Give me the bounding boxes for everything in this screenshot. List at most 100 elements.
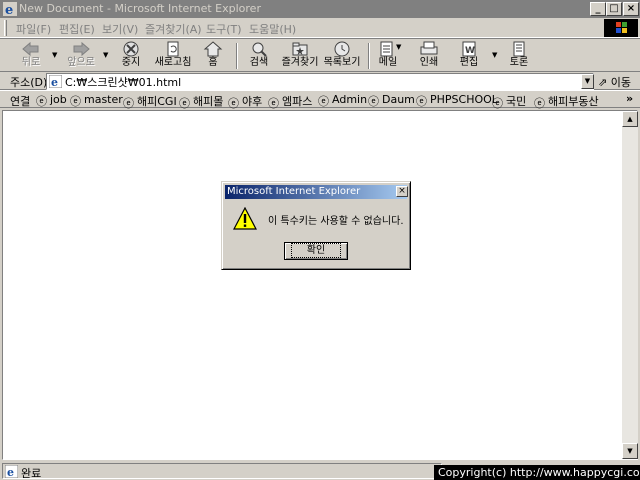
print-label: 인쇄: [419, 57, 439, 68]
address-bar: 주소(D) e ▼ ⇗ 이동: [0, 72, 640, 90]
dialog-message: 이 특수키는 사용할 수 없습니다.: [268, 216, 404, 227]
menu-view[interactable]: 보기(V): [102, 21, 138, 37]
mail-dropdown-arrow[interactable]: ▼: [396, 43, 401, 51]
discuss-label: 토론: [509, 57, 529, 68]
status-text: 완료: [21, 467, 42, 480]
ok-button[interactable]: 확인: [284, 242, 348, 260]
page-content[interactable]: [2, 110, 638, 460]
links-bar: 연결 ⓔ job ⓔ master ⓔ 해피CGI ⓔ 해피몰 ⓔ 야후 ⓔ 엠파스 ⓔ Ad…: [0, 90, 640, 110]
go-arrow-icon: ⇗: [598, 76, 608, 89]
home-label: 홈: [208, 57, 218, 68]
discuss-button[interactable]: 토론: [504, 41, 534, 71]
close-button[interactable]: ×: [623, 2, 639, 16]
copyright-watermark: Copyright(c) http://www.happycgi.com: [434, 465, 640, 480]
link-ie-icon: ⓔ: [368, 95, 379, 108]
link-happycgi[interactable]: ⓔ 해피CGI: [123, 93, 177, 110]
refresh-button[interactable]: 새로고침: [153, 41, 193, 71]
link-master[interactable]: ⓔ master: [70, 93, 123, 108]
links-more-chevron[interactable]: »: [626, 92, 633, 105]
svg-text:e: e: [5, 3, 13, 16]
link-ie-icon: ⓔ: [534, 97, 545, 110]
back-dropdown-arrow[interactable]: ▼: [52, 51, 57, 59]
address-field[interactable]: e ▼: [46, 73, 594, 90]
edit-button[interactable]: W 편집: [454, 41, 484, 71]
stop-button[interactable]: 중지: [116, 41, 146, 71]
link-ie-icon: ⓔ: [123, 97, 134, 110]
menu-help[interactable]: 도움말(H): [249, 21, 296, 37]
scroll-up-button[interactable]: ▲: [622, 111, 638, 127]
back-arrow-icon: [22, 41, 39, 57]
link-ie-icon: ⓔ: [228, 97, 239, 110]
links-label: 연결: [10, 95, 31, 108]
link-job[interactable]: ⓔ job: [36, 93, 67, 108]
minimize-button[interactable]: _: [590, 2, 606, 16]
scroll-down-button[interactable]: ▼: [622, 443, 638, 459]
link-kookmin[interactable]: ⓔ 국민: [492, 93, 526, 110]
home-button[interactable]: 홈: [198, 41, 228, 71]
menu-tools[interactable]: 도구(T): [206, 21, 242, 37]
printer-icon: [420, 41, 438, 55]
refresh-label: 새로고침: [154, 57, 192, 68]
search-button[interactable]: 검색: [244, 41, 274, 71]
link-daum[interactable]: ⓔ Daum: [368, 93, 415, 108]
alert-dialog: Microsoft Internet Explorer × 이 특수키는 사용할…: [221, 181, 411, 270]
go-button[interactable]: ⇗ 이동: [598, 74, 631, 90]
status-panel: e 완료: [2, 463, 442, 480]
link-ie-icon: ⓔ: [70, 95, 81, 108]
history-label: 목록보기: [323, 57, 361, 68]
link-admin[interactable]: ⓔ Admin: [318, 93, 367, 108]
mail-icon: [380, 41, 393, 57]
home-icon: [203, 41, 223, 57]
status-ie-icon: e: [5, 465, 18, 478]
link-ie-icon: ⓔ: [416, 95, 427, 108]
svg-text:e: e: [51, 76, 58, 88]
page-ie-icon: e: [49, 75, 62, 88]
maximize-button[interactable]: □: [606, 2, 622, 16]
print-button[interactable]: 인쇄: [414, 41, 444, 71]
link-ie-icon: ⓔ: [318, 95, 329, 108]
back-button[interactable]: 뒤로: [16, 41, 46, 71]
history-button[interactable]: 목록보기: [322, 41, 362, 71]
go-label: 이동: [610, 76, 631, 89]
history-icon: [334, 41, 350, 57]
stop-icon: [123, 41, 139, 57]
word-edit-icon: W: [462, 41, 476, 57]
menu-file[interactable]: 파일(F): [16, 21, 51, 37]
vertical-scrollbar[interactable]: ▲ ▼: [622, 111, 638, 459]
search-icon: [252, 42, 267, 57]
ie-logo-icon: e: [3, 2, 17, 16]
forward-arrow-icon: [73, 41, 90, 57]
favorites-folder-icon: [292, 42, 308, 56]
svg-text:W: W: [465, 46, 475, 56]
link-happymall[interactable]: ⓔ 해피몰: [179, 93, 223, 110]
window-title: New Document - Microsoft Internet Explor…: [19, 2, 261, 15]
refresh-icon: [167, 41, 179, 57]
link-yahoo[interactable]: ⓔ 야후: [228, 93, 262, 110]
address-dropdown-button[interactable]: ▼: [581, 74, 594, 89]
forward-label: 앞으로: [67, 57, 95, 68]
forward-button[interactable]: 앞으로: [64, 41, 98, 71]
dialog-title-bar[interactable]: Microsoft Internet Explorer ×: [225, 185, 408, 199]
window-title-bar[interactable]: e New Document - Microsoft Internet Expl…: [0, 0, 640, 18]
link-ie-icon: ⓔ: [492, 97, 503, 110]
menu-favorites[interactable]: 즐겨찾기(A): [145, 21, 202, 37]
standard-toolbar: 뒤로 ▼ 앞으로 ▼ 중지 새로고침 홈 검색 즐겨찾기 목록보기 메일 ▼ 인…: [0, 38, 640, 72]
edit-dropdown-arrow[interactable]: ▼: [492, 51, 497, 59]
menu-edit[interactable]: 편집(E): [59, 21, 95, 37]
edit-label: 편집: [459, 57, 479, 68]
link-phpschool[interactable]: ⓔ PHPSCHOOL: [416, 93, 498, 108]
link-happy-realestate[interactable]: ⓔ 해피부동산: [534, 93, 599, 110]
link-ie-icon: ⓔ: [36, 95, 47, 108]
stop-label: 중지: [121, 57, 141, 68]
address-input[interactable]: [65, 75, 575, 88]
mail-label: 메일: [378, 57, 398, 68]
discuss-icon: [513, 41, 525, 57]
favorites-label: 즐겨찾기: [281, 57, 319, 68]
link-empas[interactable]: ⓔ 엠파스: [268, 93, 312, 110]
forward-dropdown-arrow[interactable]: ▼: [103, 51, 108, 59]
search-label: 검색: [249, 57, 269, 68]
menu-grip[interactable]: [4, 20, 7, 36]
favorites-button[interactable]: 즐겨찾기: [280, 41, 320, 71]
toolbar-separator: [236, 43, 238, 69]
dialog-close-button[interactable]: ×: [396, 186, 408, 197]
